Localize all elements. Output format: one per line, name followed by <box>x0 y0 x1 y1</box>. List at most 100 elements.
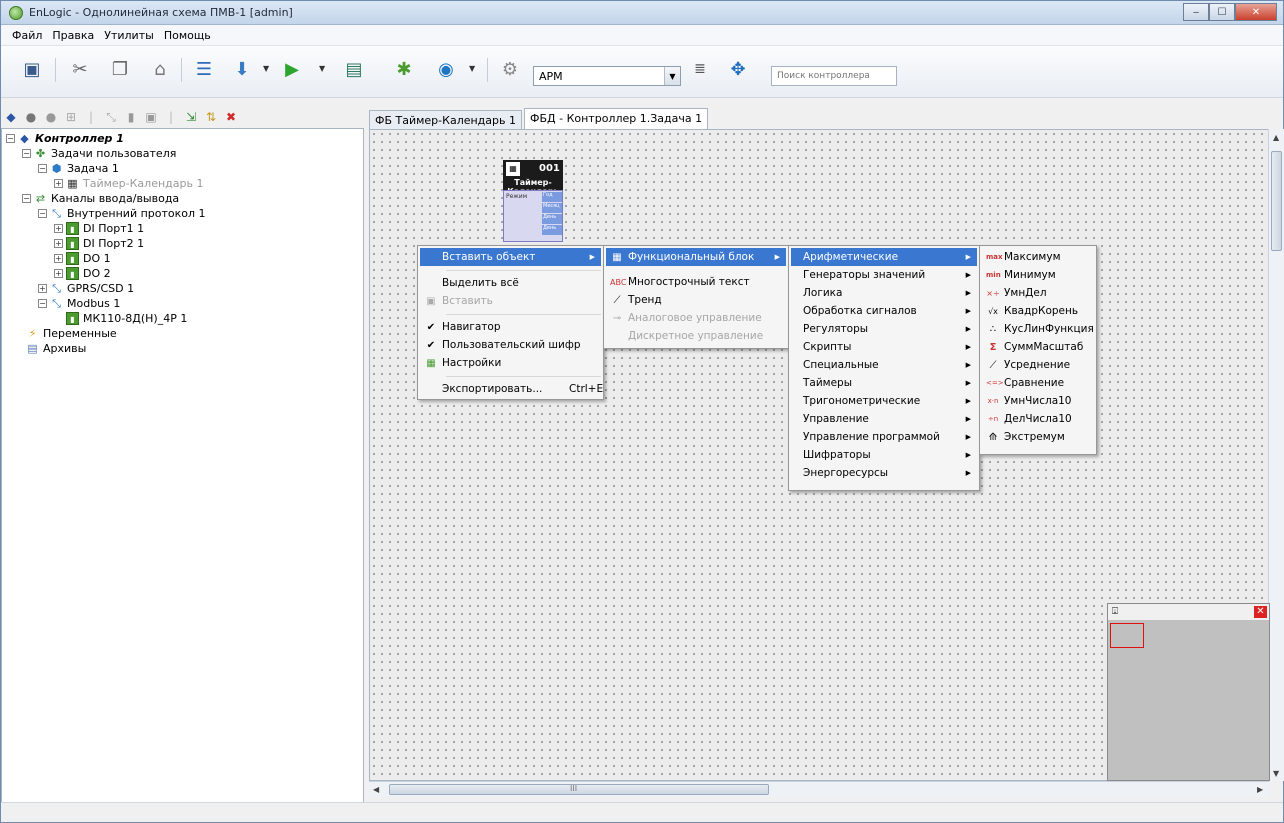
controller-search-input[interactable] <box>771 66 897 86</box>
tree-node-di-port2[interactable]: + ▮ DI Порт2 1 <box>54 236 144 250</box>
network-icon[interactable]: ✥ <box>725 56 751 82</box>
minimize-button[interactable]: ‒ <box>1183 3 1209 21</box>
menu-item-category[interactable]: Энергоресурсы ▶ <box>791 464 977 482</box>
menu-item-block[interactable]: min Минимум <box>982 266 1094 284</box>
menu-item-block[interactable]: ×÷ УмнДел <box>982 284 1094 302</box>
compile-icon[interactable]: ⬇ <box>229 56 255 82</box>
database-icon[interactable]: ▤ <box>341 56 367 82</box>
menu-item-block[interactable]: ÷n ДелЧисла10 <box>982 410 1094 428</box>
collapse-icon[interactable]: − <box>22 148 31 158</box>
menu-item-category[interactable]: Логика ▶ <box>791 284 977 302</box>
menu-item-select-all[interactable]: Выделить всё <box>420 274 601 292</box>
expand-icon[interactable]: + <box>54 223 63 233</box>
mode-select[interactable]: АРМ ▼ <box>533 66 681 86</box>
close-icon[interactable]: ✕ <box>1254 606 1267 618</box>
scroll-left-icon[interactable]: ◀ <box>373 785 379 794</box>
navigator-viewport[interactable] <box>1110 623 1144 648</box>
menu-item-category[interactable]: Таймеры ▶ <box>791 374 977 392</box>
menu-item-category[interactable]: Специальные ▶ <box>791 356 977 374</box>
scroll-right-icon[interactable]: ▶ <box>1257 785 1263 794</box>
channels-icon[interactable]: ⊞ <box>63 109 79 125</box>
menu-item-category[interactable]: Обработка сигналов ▶ <box>791 302 977 320</box>
tree-node-modbus[interactable]: − ⤡ Modbus 1 <box>38 296 120 310</box>
vertical-scrollbar[interactable]: ▲ ▼ <box>1268 129 1284 781</box>
gear-icon[interactable]: ⚙ <box>497 56 523 82</box>
tab-timer-calendar[interactable]: ФБ Таймер-Календарь 1 <box>369 110 522 129</box>
maximize-button[interactable]: ☐ <box>1209 3 1235 21</box>
chevron-down-icon[interactable]: ▼ <box>469 64 477 74</box>
menu-item-navigator[interactable]: ✔ Навигатор <box>420 318 601 336</box>
menu-item-block[interactable]: ∴ КусЛинФункция <box>982 320 1094 338</box>
import-icon[interactable]: ⇲ <box>183 109 199 125</box>
cut-icon[interactable]: ✂ <box>67 56 93 82</box>
menu-item-discrete-control[interactable]: Дискретное управление <box>606 327 786 345</box>
scroll-thumb[interactable]: III <box>389 784 769 795</box>
menu-item-category[interactable]: Арифметические ▶ <box>791 248 977 266</box>
fb-input[interactable]: Режим <box>506 193 527 200</box>
menu-item-analog-control[interactable]: ⊸ Аналоговое управление <box>606 309 786 327</box>
menu-item-block[interactable]: √x КвадрКорень <box>982 302 1094 320</box>
controller-icon[interactable]: ✱ <box>391 56 417 82</box>
tree-node-archives[interactable]: ▤ Архивы <box>26 341 86 355</box>
collapse-icon[interactable]: − <box>6 133 15 143</box>
document-icon[interactable]: ≣ <box>687 56 713 82</box>
delete-icon[interactable]: ✖ <box>223 109 239 125</box>
chevron-down-icon[interactable]: ▼ <box>263 64 271 74</box>
tree-node-timer-calendar[interactable]: + ▦ Таймер-Календарь 1 <box>54 176 203 190</box>
expand-icon[interactable]: + <box>38 283 47 293</box>
menu-item-block[interactable]: ⟰ Экстремум <box>982 428 1094 446</box>
collapse-icon[interactable]: − <box>38 208 47 218</box>
menu-edit[interactable]: Правка <box>47 29 99 42</box>
task-icon[interactable]: ● <box>43 109 59 125</box>
horizontal-scrollbar[interactable]: ◀ III ▶ <box>369 781 1269 797</box>
menu-item-block[interactable]: ⟋ Усреднение <box>982 356 1094 374</box>
scroll-down-icon[interactable]: ▼ <box>1273 769 1279 778</box>
tasks-icon[interactable]: ● <box>23 109 39 125</box>
fb-output[interactable]: Год <box>542 192 562 202</box>
run-icon[interactable]: ▶ <box>279 56 305 82</box>
module-icon[interactable]: ▮ <box>123 109 139 125</box>
expand-icon[interactable]: + <box>54 253 63 263</box>
tree-node-controller[interactable]: − ◆ Контроллер 1 <box>6 131 124 145</box>
collapse-icon[interactable]: − <box>22 193 31 203</box>
menu-item-category[interactable]: Управление ▶ <box>791 410 977 428</box>
fb-output[interactable]: День <box>542 214 562 224</box>
paste-icon[interactable]: ⌂ <box>147 56 173 82</box>
tree-node-do2[interactable]: + ▮ DO 2 <box>54 266 111 280</box>
menu-file[interactable]: Файл <box>7 29 47 42</box>
collapse-icon[interactable]: − <box>38 163 47 173</box>
menu-item-user-encoder[interactable]: ✔ Пользовательский шифр <box>420 336 601 354</box>
menu-utilities[interactable]: Утилиты <box>99 29 159 42</box>
tab-fbd-task1[interactable]: ФБД - Контроллер 1.Задача 1 <box>524 108 709 129</box>
chevron-down-icon[interactable]: ▼ <box>319 64 327 74</box>
menu-item-category[interactable]: Тригонометрические ▶ <box>791 392 977 410</box>
title-bar[interactable]: EnLogic - Однолинейная схема ПМВ-1 [admi… <box>1 1 1283 25</box>
expand-icon[interactable]: + <box>54 178 63 188</box>
tree-node-user-tasks[interactable]: − ✤ Задачи пользователя <box>22 146 176 160</box>
menu-item-paste[interactable]: ▣ Вставить <box>420 292 601 310</box>
expand-icon[interactable]: + <box>54 268 63 278</box>
menu-item-block[interactable]: max Максимум <box>982 248 1094 266</box>
menu-item-block[interactable]: x·n УмнЧисла10 <box>982 392 1094 410</box>
close-button[interactable]: ✕ <box>1235 3 1277 21</box>
tree-node-variables[interactable]: ⚡ Переменные <box>26 326 117 340</box>
menu-help[interactable]: Помощь <box>159 29 216 42</box>
menu-item-trend[interactable]: ⟋ Тренд <box>606 291 786 309</box>
menu-item-category[interactable]: Шифраторы ▶ <box>791 446 977 464</box>
tree-node-mk110[interactable]: ▮ МК110-8Д(Н)_4Р 1 <box>66 311 187 325</box>
block-icon[interactable]: ▣ <box>143 109 159 125</box>
menu-item-block[interactable]: <=> Сравнение <box>982 374 1094 392</box>
tree-node-io-channels[interactable]: − ⇄ Каналы ввода/вывода <box>22 191 179 205</box>
function-block-timer-calendar[interactable]: ▦ 001 Таймер-Календарь Режим Год Месяц Д… <box>503 160 563 242</box>
protocol-icon[interactable]: ⤡ <box>103 109 119 125</box>
fb-output[interactable]: Месяц <box>542 203 562 213</box>
controller-icon[interactable]: ◆ <box>3 109 19 125</box>
chevron-down-icon[interactable]: ▼ <box>664 67 680 85</box>
menu-item-function-block[interactable]: ▦ Функциональный блок ▶ <box>606 248 786 266</box>
fb-output[interactable]: День <box>542 225 562 235</box>
copy-icon[interactable]: ❐ <box>107 56 133 82</box>
menu-item-category[interactable]: Регуляторы ▶ <box>791 320 977 338</box>
menu-item-block[interactable]: Σ СуммМасштаб <box>982 338 1094 356</box>
tree-node-internal-protocol[interactable]: − ⤡ Внутренний протокол 1 <box>38 206 206 220</box>
menu-item-category[interactable]: Управление программой ▶ <box>791 428 977 446</box>
